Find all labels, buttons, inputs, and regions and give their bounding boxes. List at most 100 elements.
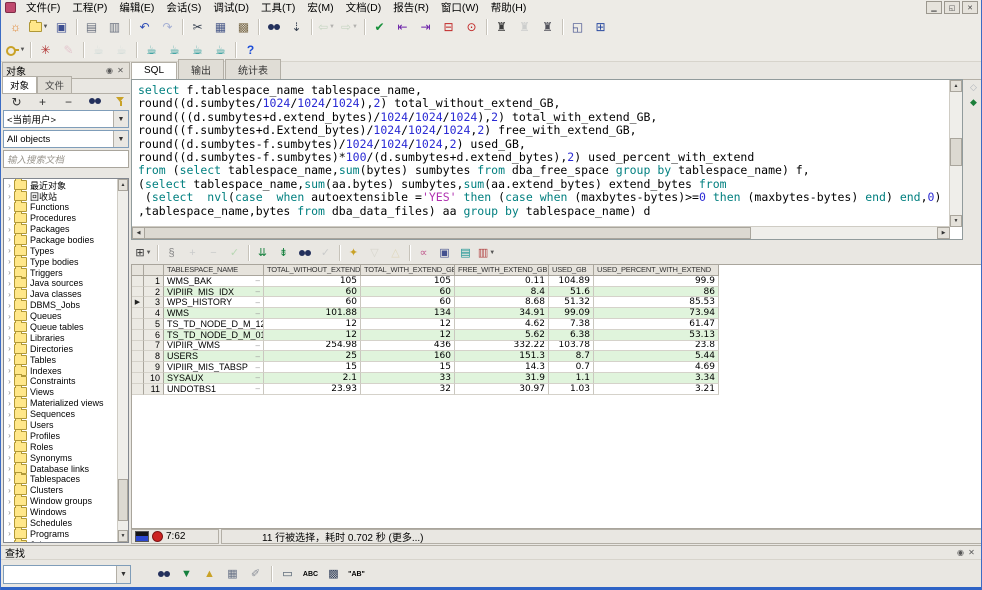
tab-统计表[interactable]: 统计表 [225, 59, 281, 79]
logon-button[interactable]: ▼ [4, 40, 27, 61]
whole-word-button[interactable]: ABC [300, 565, 321, 584]
row-marker[interactable] [132, 319, 144, 330]
menu-window[interactable]: 窗口(W) [435, 2, 485, 14]
expand-chevron-icon[interactable]: › [5, 497, 14, 506]
table-cell[interactable]: 85.53 [594, 297, 719, 308]
table-row[interactable]: 8USERS–25160151.38.75.44 [132, 351, 719, 362]
chevron-down-icon[interactable]: ▼ [116, 566, 130, 583]
copy-button[interactable]: ▦ [209, 17, 232, 38]
filter-button[interactable] [109, 91, 132, 112]
scroll-right-icon[interactable]: ▶ [937, 227, 950, 239]
expand-chevron-icon[interactable]: › [5, 225, 14, 234]
scroll-down-icon[interactable]: ▼ [950, 215, 962, 227]
row-number[interactable]: 1 [144, 276, 164, 287]
table-cell[interactable]: 2.1 [264, 373, 361, 384]
expand-chevron-icon[interactable]: › [5, 410, 14, 419]
active-diamond-icon[interactable]: ◆ [970, 98, 977, 107]
chevron-down-icon[interactable]: ▼ [113, 131, 128, 147]
minimize-button[interactable]: ▁ [926, 1, 942, 14]
table-cell[interactable]: VIPIIR_MIS_TABSP– [164, 362, 264, 373]
refresh-button[interactable]: ↻ [5, 91, 28, 112]
table-cell[interactable]: 5.62 [455, 330, 549, 341]
table-cell[interactable]: 4.62 [455, 319, 549, 330]
delete-breakpoint-button[interactable]: ⊙ [460, 17, 483, 38]
row-marker[interactable] [132, 330, 144, 341]
tab-输出[interactable]: 输出 [178, 59, 224, 79]
print-preview-button[interactable]: ▥ [103, 17, 126, 38]
expand-chevron-icon[interactable]: › [5, 453, 14, 462]
configure-button[interactable]: ✳ [34, 40, 57, 61]
row-number[interactable]: 3 [144, 297, 164, 308]
fetch-next-page-button[interactable]: ⇊ [252, 243, 273, 263]
table-cell[interactable]: 332.22 [455, 341, 549, 352]
expand-chevron-icon[interactable]: › [5, 421, 14, 430]
table-cell[interactable]: 23.93 [264, 384, 361, 395]
table-row[interactable]: 4WMS–101.8813434.9199.0973.94 [132, 308, 719, 319]
export-data-button[interactable]: ✦ [343, 243, 364, 263]
expand-chevron-icon[interactable]: › [5, 366, 14, 375]
goto-object-button[interactable]: + [31, 91, 54, 112]
tab-sql[interactable]: SQL [131, 62, 177, 79]
set-breakpoint-button[interactable]: ⊟ [437, 17, 460, 38]
tile-windows-button[interactable]: ⊞ [589, 17, 612, 38]
row-number[interactable]: 6 [144, 330, 164, 341]
table-cell[interactable]: SYSAUX– [164, 373, 264, 384]
search-in-window-button[interactable]: ▭ [277, 565, 298, 584]
close-icon[interactable]: ✕ [966, 547, 977, 558]
previous-spot-button[interactable]: ⇤ [391, 17, 414, 38]
table-row[interactable]: 1WMS_BAK–1051050.11104.8999.9 [132, 276, 719, 287]
chevron-down-icon[interactable]: ▼ [329, 24, 335, 30]
row-number[interactable]: 2 [144, 287, 164, 298]
table-cell[interactable]: 60 [361, 287, 455, 298]
table-cell[interactable]: 86 [594, 287, 719, 298]
menu-debug[interactable]: 调试(D) [207, 2, 255, 14]
new-item-button[interactable]: ☼ [4, 17, 27, 38]
find-in-results-button[interactable] [294, 243, 315, 263]
table-cell[interactable]: 60 [264, 297, 361, 308]
expand-chevron-icon[interactable]: › [5, 312, 14, 321]
expand-chevron-icon[interactable]: › [5, 355, 14, 364]
next-spot-button[interactable]: ⇥ [414, 17, 437, 38]
scroll-up-icon[interactable]: ▲ [118, 179, 128, 191]
menu-tools[interactable]: 工具(T) [255, 2, 301, 14]
row-marker[interactable] [132, 287, 144, 298]
close-button[interactable]: ✕ [962, 1, 978, 14]
table-cell[interactable]: 160 [361, 351, 455, 362]
row-number[interactable]: 11 [144, 384, 164, 395]
row-number[interactable]: 10 [144, 373, 164, 384]
row-marker[interactable] [132, 362, 144, 373]
scrollbar-thumb[interactable] [144, 227, 751, 239]
table-cell[interactable]: 0.7 [549, 362, 594, 373]
row-marker[interactable] [132, 384, 144, 395]
menu-file[interactable]: 文件(F) [20, 2, 66, 14]
tree-item-jobs[interactable]: ›Jobs [5, 539, 117, 543]
commit-button[interactable]: ♜ [490, 17, 513, 38]
column-header[interactable]: USED_PERCENT_WITH_EXTEND [594, 265, 719, 276]
new-explain-plan-window-button[interactable]: ☕ [209, 40, 232, 61]
open-file-button[interactable]: ▼ [27, 17, 50, 38]
table-row[interactable]: ▶3WPS_HISTORY–60608.6851.3285.53 [132, 297, 719, 308]
table-row[interactable]: 9VIPIIR_MIS_TABSP–151514.30.74.69 [132, 362, 719, 373]
tree-scrollbar[interactable]: ▲ ▼ [117, 179, 128, 542]
close-icon[interactable]: ✕ [115, 65, 126, 76]
table-cell[interactable]: 3.34 [594, 373, 719, 384]
grid-mode-button[interactable]: ⊞▼ [133, 243, 154, 263]
table-cell[interactable]: 151.3 [455, 351, 549, 362]
clear-highlight-button[interactable]: ✐ [245, 565, 266, 584]
print-results-button[interactable]: ▤ [455, 243, 476, 263]
expand-chevron-icon[interactable]: › [5, 508, 14, 517]
table-cell[interactable]: 1.1 [549, 373, 594, 384]
expand-chevron-icon[interactable]: › [5, 540, 14, 543]
table-cell[interactable]: 8.7 [549, 351, 594, 362]
table-cell[interactable]: 5.44 [594, 351, 719, 362]
find-object-button[interactable] [83, 91, 106, 112]
table-cell[interactable]: 51.32 [549, 297, 594, 308]
find-button[interactable] [153, 565, 174, 584]
object-search-input[interactable]: 输入搜索文档 [3, 150, 129, 168]
table-cell[interactable]: 61.47 [594, 319, 719, 330]
linked-query-button[interactable]: ∝ [413, 243, 434, 263]
row-marker[interactable] [132, 308, 144, 319]
menu-session[interactable]: 会话(S) [160, 2, 207, 14]
find-next-button[interactable]: ⇣ [285, 17, 308, 38]
expand-chevron-icon[interactable]: › [5, 323, 14, 332]
